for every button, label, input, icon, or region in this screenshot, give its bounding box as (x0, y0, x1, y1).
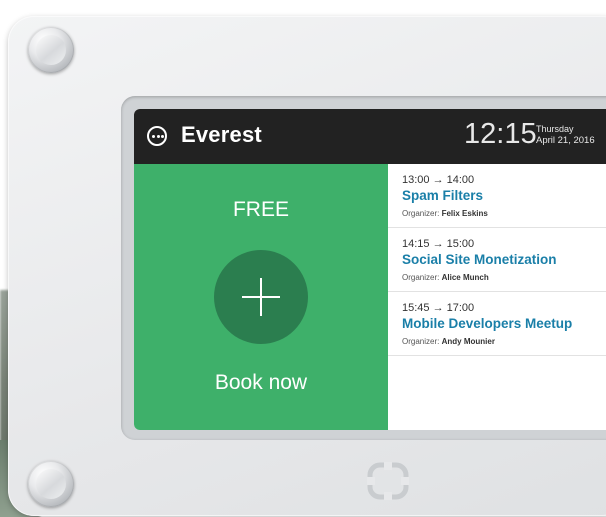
event-title: Spam Filters (402, 188, 484, 203)
current-day: Thursday (536, 124, 574, 134)
event-item[interactable]: 14:15 → 15:00 Social Site Monetization O… (388, 228, 606, 292)
bottom-screw (28, 461, 74, 507)
status-label: FREE (232, 198, 289, 221)
event-title: Social Site Monetization (402, 252, 557, 267)
event-organizer: Organizer: Alice Munch (402, 273, 489, 282)
availability-panel: FREE Book now (134, 164, 388, 430)
book-now-label[interactable]: Book now (134, 371, 388, 395)
more-options-icon[interactable] (147, 126, 167, 146)
event-time: 14:15 → 15:00 (402, 238, 475, 250)
event-title: Mobile Developers Meetup (402, 316, 573, 331)
event-organizer: Organizer: Andy Mounier (402, 337, 495, 346)
event-time: 15:45 → 17:00 (402, 302, 475, 314)
top-screw (28, 27, 74, 73)
event-item[interactable]: 15:45 → 17:00 Mobile Developers Meetup O… (388, 292, 606, 356)
schedule-list: 13:00 → 14:00 Spam Filters Organizer: Fe… (388, 164, 606, 430)
current-date: April 21, 2016 (536, 135, 595, 146)
room-name: Everest (181, 122, 262, 147)
event-item[interactable]: 13:00 → 14:00 Spam Filters Organizer: Fe… (388, 164, 606, 228)
header-bar: Everest 12:15 Thursday April 21, 2016 (134, 109, 606, 164)
event-organizer: Organizer: Felix Eskins (402, 209, 488, 218)
book-now-button[interactable] (214, 250, 308, 344)
current-time: 12:15 (464, 118, 537, 150)
room-display-screen: Everest 12:15 Thursday April 21, 2016 FR… (134, 109, 606, 430)
event-time: 13:00 → 14:00 (402, 174, 475, 186)
brand-logo-icon (367, 462, 409, 500)
